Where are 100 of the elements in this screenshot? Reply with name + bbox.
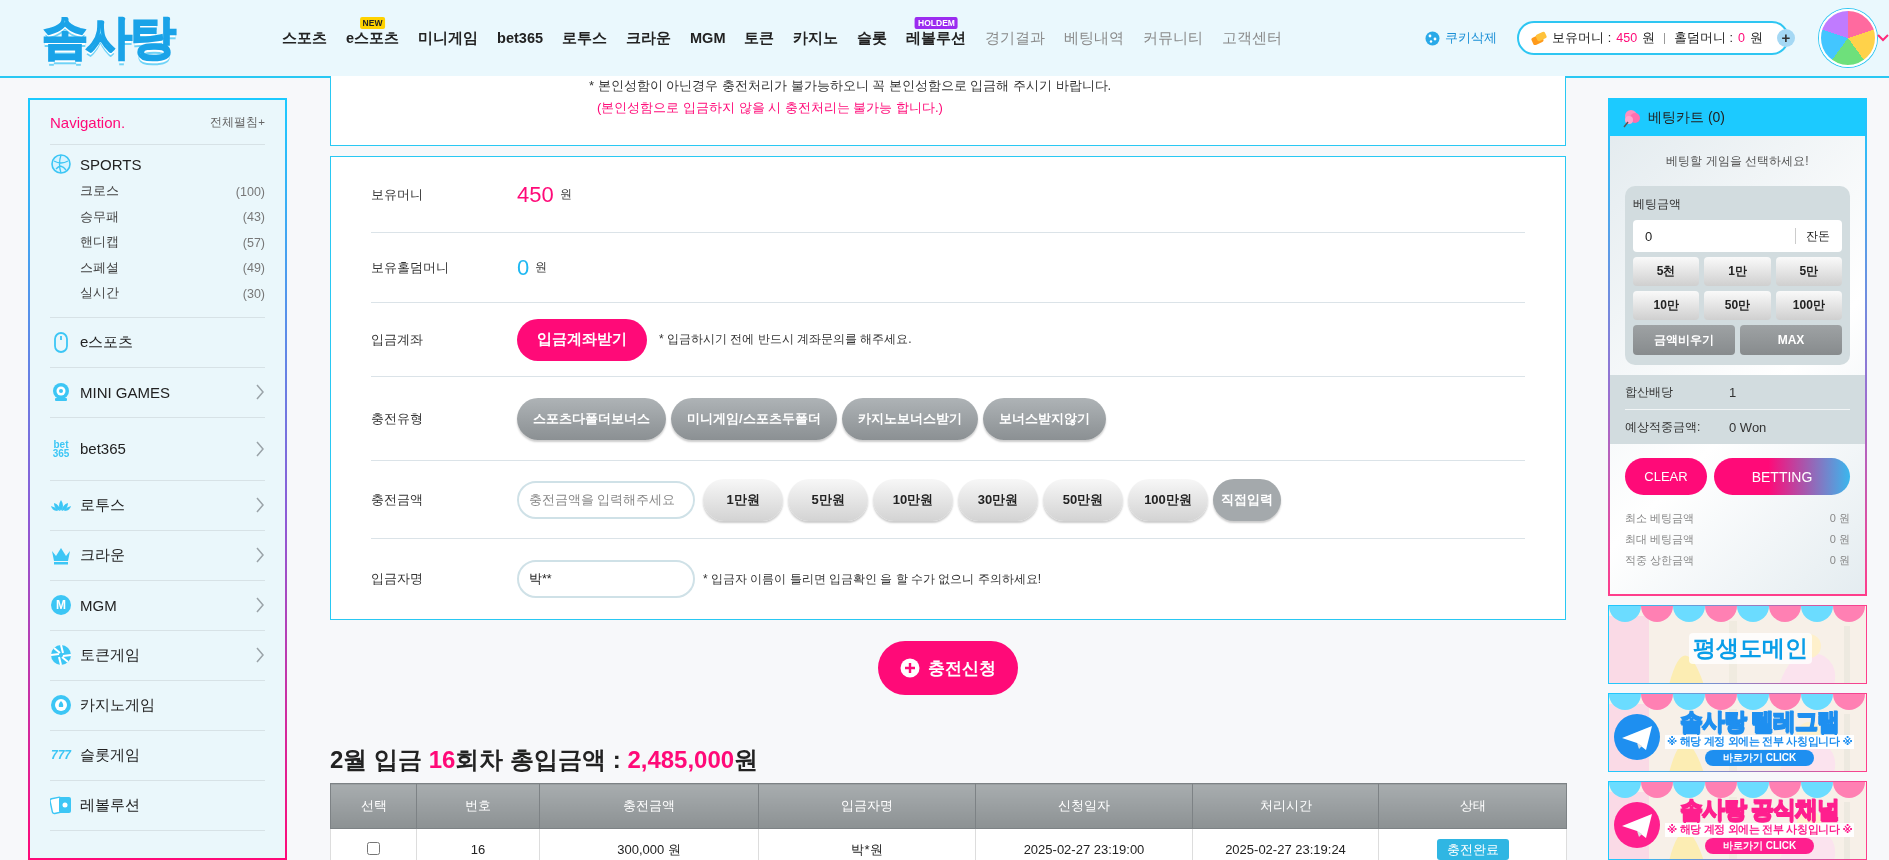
column-header: 번호 [416,783,540,829]
table-cell: 2025-02-27 23:19:00 [975,828,1193,860]
field-label: 보유홀덤머니 [371,258,450,277]
depositor-name-field[interactable]: 박** [517,560,695,598]
submenu-item[interactable]: 스페셜 (49) [80,255,265,281]
nav-link[interactable]: 카지노 [793,29,839,46]
column-header: 선택 [330,783,417,829]
nav-link[interactable]: e스포츠 [346,29,400,46]
m-logo-icon: M [51,595,71,615]
sidebar-item[interactable]: 777 슬롯게임 [50,730,265,781]
balance-value: 450 [517,181,554,208]
amount-chip-button[interactable]: 1만 [1704,257,1771,286]
navigation-title: Navigation. [50,113,126,131]
cookie-icon [1425,30,1441,46]
add-money-button[interactable]: + [1777,29,1795,47]
amount-chip-button[interactable]: 100만 [1775,291,1842,320]
expand-all-link[interactable]: 전체펼침+ [210,114,265,130]
limit-value: 0 원 [1829,511,1850,526]
chevron-icon [255,647,265,663]
table-cell: 16 [416,828,540,860]
holdem-label: 홀덤머니 : [1674,29,1734,47]
banner[interactable]: 솜사탕 공식채널 ※ 해당 계정 외에는 전부 사칭입니다 ※ 바로가기 CLICK [1608,781,1867,860]
sidebar-item[interactable]: 카지노게임 [50,680,265,731]
amount-option-button[interactable]: 30만원 [958,478,1038,521]
nav-badge: NEW [359,16,386,29]
odds-value: 1 [1729,384,1737,400]
amount-input-field[interactable]: 충전금액을 입력해주세요 [517,480,695,519]
currency-unit: 원 [1642,29,1656,47]
submenu-item[interactable]: 실시간 (30) [80,281,265,307]
bet-amount-field[interactable]: 0 잔돈 [1633,220,1842,252]
amount-option-button[interactable]: 1만원 [703,478,783,521]
chevron-icon [255,597,265,613]
nav-link[interactable]: 스포츠 [282,29,327,46]
table-cell: 2025-02-27 23:19:24 [1192,828,1379,860]
submenu-item[interactable]: 핸디캡 (57) [80,230,265,256]
nav-link[interactable]: 슬롯 [857,29,888,46]
column-header: 신청일자 [975,783,1193,829]
notice-text: * 본인성함이 아닌경우 충전처리가 불가능하오니 꼭 본인성함으로 입금해 주시기 바랍니다. [589,77,1113,95]
limit-value: 0 원 [1829,553,1850,568]
plus-circle-icon [900,658,920,678]
notice-text: (본인성함으로 입금하지 않을 시 충전처리는 불가능 합니다.) [596,99,944,117]
currency-unit: 원 [559,186,572,203]
request-account-button[interactable]: 입금계좌받기 [517,318,647,361]
cards-icon [50,794,72,816]
nav-link[interactable]: 미니게임 [418,29,479,46]
field-label: 베팅금액 [1633,196,1682,213]
betting-button[interactable]: BETTING [1714,458,1850,495]
amount-chip-button[interactable]: 5천 [1633,257,1700,286]
chevron-icon [255,384,265,400]
nav-link[interactable]: 크라운 [626,29,672,46]
caret-icon[interactable] [1877,34,1889,42]
coin-icon [1531,31,1548,45]
amount-chip-button[interactable]: 10만 [1633,291,1700,320]
nav-link[interactable]: MGM [690,29,726,46]
holdem-amount: 0 [1738,31,1745,45]
limit-value: 0 원 [1829,532,1850,547]
currency-unit: 원 [535,259,548,276]
logo-icon: 777 [51,750,71,760]
sidebar-item[interactable]: MINI GAMES [50,367,265,418]
nav-link[interactable]: 레볼루션 [906,29,967,46]
sidebar-item[interactable]: SPORTS [50,145,265,175]
aperture-icon [50,644,72,666]
submit-charge-button[interactable]: 충전신청 [878,641,1018,695]
amount-option-button[interactable]: 10만원 [873,478,953,521]
sidebar-item[interactable]: 크라운 [50,530,265,581]
chevron-icon [255,547,265,563]
chevron-icon [255,440,265,457]
submenu-item[interactable]: 승무패 (43) [80,204,265,230]
amount-option-button[interactable]: 50만원 [1043,478,1123,521]
change-button[interactable]: 잔돈 [1806,227,1830,245]
field-label: 충전유형 [371,409,424,428]
sidebar-item[interactable]: M MGM [50,580,265,631]
odds-label: 합산배당 [1625,383,1674,401]
sidebar-item[interactable]: 로투스 [50,480,265,531]
sidebar-item[interactable]: bet 365 bet365 [50,417,265,481]
table-cell: 박*원 [758,828,976,860]
banner-title: 솜사탕 텔레그램 [1679,707,1840,734]
amount-option-button[interactable]: 5만원 [788,478,868,521]
status-badge: 충전완료 [1436,838,1509,860]
amount-chip-button[interactable]: 50만 [1704,291,1771,320]
cart-title: 베팅카트 (0) [1648,109,1725,127]
avatar[interactable] [1819,9,1877,67]
clear-button[interactable]: CLEAR [1625,458,1707,495]
field-label: 충전금액 [371,490,424,509]
amount-chip-button[interactable]: 5만 [1775,257,1842,286]
sidebar-item[interactable]: 토큰게임 [50,630,265,681]
submenu-item[interactable]: 크로스 (100) [80,179,265,205]
nav-link[interactable]: bet365 [497,29,544,46]
field-label: 보유머니 [371,185,424,204]
nav-link[interactable]: 로투스 [562,29,608,46]
chevron-icon [255,497,265,513]
nav-link[interactable]: 토큰 [744,29,775,46]
sidebar-item[interactable]: 레볼루션 [50,780,265,831]
balance-value: 0 [517,254,530,281]
row-checkbox[interactable] [367,841,380,855]
field-label: 입금자명 [371,570,424,588]
amount-option-button[interactable]: 100만원 [1128,478,1208,521]
sidebar-item[interactable]: e스포츠 [50,317,265,368]
nav-badge: HOLDEM [915,16,958,29]
logo-icon: bet 365 [52,439,70,458]
